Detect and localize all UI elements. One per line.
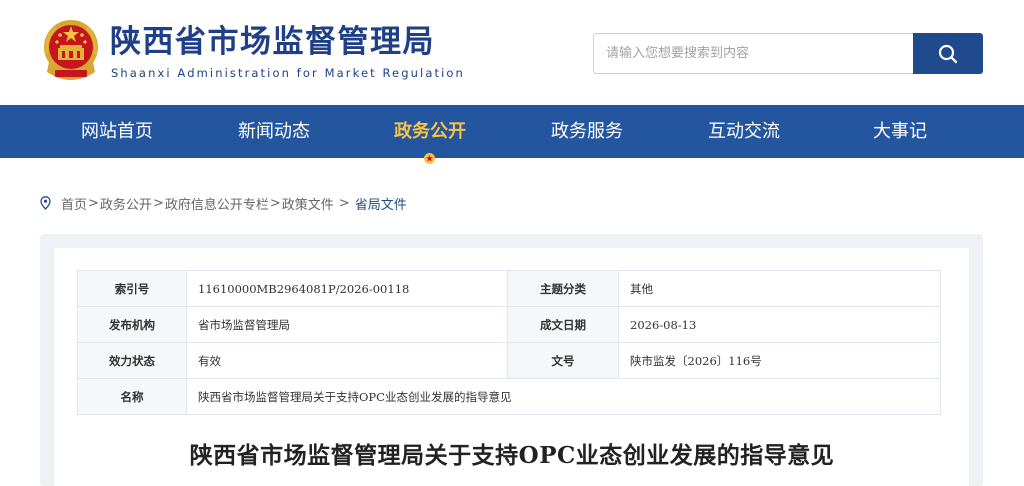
date-value: 2026-08-13: [618, 306, 941, 343]
index-value: 11610000MB2964081P/2026-00118: [186, 270, 508, 307]
breadcrumb-info-disclosure[interactable]: 政府信息公开专栏: [165, 194, 269, 213]
index-label: 索引号: [77, 270, 187, 307]
site-subtitle: Shaanxi Administration for Market Regula…: [111, 66, 465, 80]
table-row: 索引号 11610000MB2964081P/2026-00118 主题分类 其…: [77, 270, 941, 307]
national-emblem-icon: [44, 20, 98, 80]
breadcrumb-separator: >: [269, 195, 281, 211]
status-value: 有效: [186, 342, 508, 379]
docno-value: 陕市监发〔2026〕116号: [618, 342, 941, 379]
status-label: 效力状态: [77, 342, 187, 379]
nav-item-news[interactable]: 新闻动态: [238, 105, 310, 158]
breadcrumb-separator: >: [88, 195, 99, 211]
breadcrumb: 首页 > 政务公开 > 政府信息公开专栏 > 政策文件 > 省局文件: [40, 193, 407, 213]
category-value: 其他: [618, 270, 941, 307]
breadcrumb-separator: >: [338, 195, 350, 211]
search-icon: [938, 44, 958, 63]
table-row: 发布机构 省市场监督管理局 成文日期 2026-08-13: [77, 306, 941, 343]
name-label: 名称: [77, 378, 187, 415]
search-bar: [593, 33, 983, 74]
search-input[interactable]: [593, 33, 914, 74]
nav-item-home[interactable]: 网站首页: [81, 105, 153, 158]
search-button[interactable]: [913, 33, 983, 74]
breadcrumb-separator: >: [152, 195, 164, 211]
breadcrumb-policy-documents[interactable]: 政策文件: [282, 194, 334, 213]
publisher-label: 发布机构: [77, 306, 187, 343]
category-label: 主题分类: [507, 270, 619, 307]
document-info-table: 索引号 11610000MB2964081P/2026-00118 主题分类 其…: [77, 270, 941, 415]
publisher-value: 省市场监督管理局: [186, 306, 508, 343]
nav-item-events[interactable]: 大事记: [873, 105, 927, 158]
breadcrumb-provincial-documents[interactable]: 省局文件: [355, 194, 407, 213]
breadcrumb-home[interactable]: 首页: [61, 194, 87, 213]
site-title[interactable]: 陕西省市场监督管理局: [110, 22, 435, 62]
name-value: 陕西省市场监督管理局关于支持OPC业态创业发展的指导意见: [186, 378, 941, 415]
active-nav-star-icon: [424, 153, 435, 164]
breadcrumb-government-affairs[interactable]: 政务公开: [100, 194, 152, 213]
nav-item-services[interactable]: 政务服务: [551, 105, 623, 158]
table-row: 名称 陕西省市场监督管理局关于支持OPC业态创业发展的指导意见: [77, 378, 941, 415]
date-label: 成文日期: [507, 306, 619, 343]
document-title: 陕西省市场监督管理局关于支持OPC业态创业发展的指导意见: [189, 442, 835, 469]
nav-item-interaction[interactable]: 互动交流: [708, 105, 780, 158]
location-pin-icon: [40, 196, 51, 210]
main-nav: 网站首页 新闻动态 政务公开 政务服务 互动交流 大事记: [0, 105, 1024, 158]
site-header: 陕西省市场监督管理局 Shaanxi Administration for Ma…: [0, 0, 1024, 105]
table-row: 效力状态 有效 文号 陕市监发〔2026〕116号: [77, 342, 941, 379]
nav-item-government-affairs[interactable]: 政务公开: [394, 105, 466, 158]
docno-label: 文号: [507, 342, 619, 379]
